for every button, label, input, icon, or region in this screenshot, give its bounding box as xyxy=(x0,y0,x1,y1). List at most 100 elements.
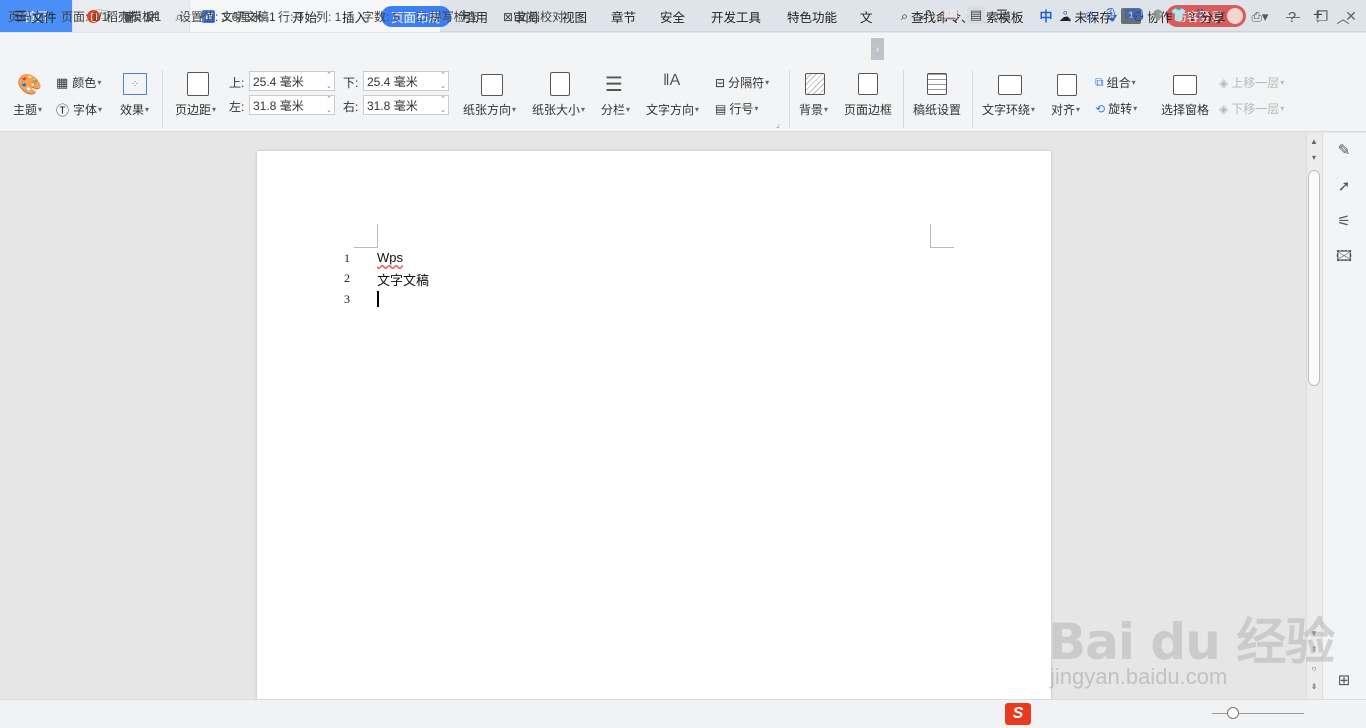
orientation-button[interactable]: 纸张方向 ▾ xyxy=(463,101,516,118)
emoji-icon[interactable]: ☺ xyxy=(1080,6,1098,24)
rotate-button[interactable]: ⟲ 旋转 ▾ xyxy=(1095,100,1137,117)
manuscript-icon[interactable] xyxy=(927,73,947,95)
status-page-code[interactable]: 页码: 1 xyxy=(8,8,45,25)
next-page-icon[interactable]: ⇟ xyxy=(1309,682,1319,691)
spell-check-button[interactable]: ☑ 拼写检查 xyxy=(416,8,478,25)
zoom-slider-knob[interactable] xyxy=(1227,707,1239,719)
proofread-button[interactable]: ⊠ 文档校对 xyxy=(503,8,564,25)
page-border-icon[interactable] xyxy=(858,73,878,95)
effects-button[interactable]: 效果 ▾ xyxy=(120,101,149,118)
orientation-icon[interactable] xyxy=(481,74,503,96)
paper-size-icon[interactable] xyxy=(550,72,570,96)
page-view-icon[interactable]: ▤ xyxy=(967,6,985,24)
select-cursor-icon[interactable]: ➚ xyxy=(1335,177,1353,195)
line-number: 2 xyxy=(344,271,350,285)
keyboard-icon[interactable]: ⌨ xyxy=(1125,6,1144,24)
document-line[interactable]: Wps xyxy=(377,250,403,265)
ime-chinese-mode[interactable]: 中 xyxy=(1037,6,1055,24)
send-backward-button[interactable]: ◈ 下移一层 ▾ xyxy=(1219,100,1284,117)
user-ime-icon[interactable]: ⚉ xyxy=(1149,6,1167,24)
scroll-up-icon[interactable]: ▲ xyxy=(1309,137,1319,146)
chevron-down-icon: ▾ xyxy=(581,105,586,114)
margin-top-label: 上: xyxy=(229,76,245,90)
page-border-button[interactable]: 页面边框 xyxy=(844,101,892,118)
menu-developer[interactable]: 开发工具 xyxy=(711,6,761,27)
document-line[interactable]: 文字文稿 xyxy=(377,270,429,289)
menu-more[interactable]: 文 xyxy=(860,6,873,27)
columns-label: 分栏 xyxy=(601,103,626,117)
punctuation-icon[interactable]: °, xyxy=(1058,6,1076,24)
chevron-down-icon: ▾ xyxy=(695,105,700,114)
columns-icon[interactable]: ☰ xyxy=(605,72,623,97)
select-browse-icon[interactable]: ○ xyxy=(1309,664,1319,673)
manuscript-label: 稿纸设置 xyxy=(913,103,962,117)
breaks-button[interactable]: ⊟ 分隔符 ▾ xyxy=(715,74,769,91)
text-direction-icon[interactable]: ‖A xyxy=(663,72,680,90)
outline-view-icon[interactable]: ☰ xyxy=(993,6,1011,24)
columns-button[interactable]: 分栏 ▾ xyxy=(601,101,630,118)
margin-left-input[interactable]: 31.8 毫米 xyxy=(249,94,335,116)
margins-button[interactable]: 页边距 ▾ xyxy=(175,101,216,118)
palette-icon[interactable]: 🎨 xyxy=(17,72,43,96)
toolbox-grid-icon[interactable]: ⠿ xyxy=(1191,6,1209,24)
status-section[interactable]: 节: 1/1 xyxy=(126,8,161,25)
manuscript-settings-button[interactable]: 稿纸设置 xyxy=(913,101,961,118)
menu-features[interactable]: 特色功能 xyxy=(787,6,837,27)
font-theme-button[interactable]: Ⓣ 字体 ▾ xyxy=(56,100,102,119)
skin-shirt-icon[interactable]: 👕 xyxy=(1170,6,1188,24)
effects-label: 效果 xyxy=(120,103,145,117)
line-numbers-button[interactable]: ▤ 行号 ▾ xyxy=(715,100,758,117)
text-direction-button[interactable]: 文字方向 ▾ xyxy=(646,101,699,118)
group-button[interactable]: ⧉ 组合 ▾ xyxy=(1095,74,1136,91)
background-button[interactable]: 背景 ▾ xyxy=(799,101,828,118)
scroll-top-icon[interactable]: ▾ xyxy=(1309,153,1319,162)
margins-icon[interactable] xyxy=(187,72,209,96)
read-mode-icon[interactable]: 📖 xyxy=(942,6,960,24)
background-icon[interactable] xyxy=(805,73,825,95)
status-column[interactable]: 列: 1 xyxy=(316,8,341,25)
zoom-in-button[interactable]: + xyxy=(1309,5,1327,24)
apps-grid-icon[interactable]: ⊞ xyxy=(1335,671,1353,689)
status-pages[interactable]: 页面: 1/1 xyxy=(61,8,108,25)
menu-view[interactable]: 视图 xyxy=(562,6,587,27)
menu-security[interactable]: 安全 xyxy=(660,6,685,27)
text-wrap-button[interactable]: 文字环绕 ▾ xyxy=(982,101,1035,118)
margin-bottom-input[interactable]: 25.4 毫米 xyxy=(363,70,449,92)
text-direction-label: 文字方向 xyxy=(646,103,695,117)
status-word-count[interactable]: 字数: 5 xyxy=(362,8,399,25)
collapse-ribbon-icon[interactable]: ︿ xyxy=(1334,8,1352,26)
text-wrap-icon[interactable] xyxy=(998,75,1022,95)
line-numbers-icon: ▤ xyxy=(715,101,727,116)
margin-top-input[interactable]: 25.4 毫米 xyxy=(249,70,335,92)
effects-icon[interactable]: ⁘ xyxy=(123,73,147,95)
page-setup-launcher-icon[interactable]: ⌟ xyxy=(776,120,780,129)
print-options-icon[interactable]: ⎙▾ xyxy=(1246,8,1274,26)
paper-size-button[interactable]: 纸张大小 ▾ xyxy=(532,101,585,118)
scrollbar-thumb[interactable] xyxy=(1308,170,1320,386)
align-icon[interactable] xyxy=(1057,74,1077,96)
avatar-icon xyxy=(1227,8,1243,24)
previous-page-icon[interactable]: ⇞ xyxy=(1309,645,1319,654)
margins-label: 页边距 xyxy=(175,103,212,117)
settings-sliders-icon[interactable]: ⚟ xyxy=(1335,212,1353,230)
selection-pane-icon[interactable] xyxy=(1173,75,1197,95)
menu-scroll-right-icon[interactable]: › xyxy=(871,38,884,60)
align-button[interactable]: 对齐 ▾ xyxy=(1051,101,1080,118)
menu-chapter[interactable]: 章节 xyxy=(611,6,636,27)
status-row[interactable]: 行: 3 xyxy=(278,8,303,25)
status-setting-value[interactable]: 设置值: 3.6厘米 xyxy=(179,8,262,25)
fullscreen-icon[interactable]: ⤢ xyxy=(916,6,934,24)
theme-button[interactable]: 主题 ▾ xyxy=(13,101,42,118)
bring-forward-button[interactable]: ◈ 上移一层 ▾ xyxy=(1219,74,1284,91)
image-icon[interactable]: 🖾 xyxy=(1335,248,1353,267)
microphone-icon[interactable]: 🎙 xyxy=(1102,6,1120,24)
zoom-slider[interactable] xyxy=(1212,713,1304,714)
help-icon[interactable]: ? xyxy=(1283,8,1301,26)
sogou-ime-icon[interactable]: S xyxy=(1005,703,1031,725)
color-button[interactable]: ▦ 颜色 ▾ xyxy=(56,74,101,91)
selection-pane-button[interactable]: 选择窗格 xyxy=(1161,101,1209,118)
edit-pen-icon[interactable]: ✎ xyxy=(1335,141,1353,159)
chevron-down-icon: ▾ xyxy=(1131,78,1136,87)
scroll-down-icon[interactable]: ▼ xyxy=(1309,629,1319,638)
margin-right-input[interactable]: 31.8 毫米 xyxy=(363,94,449,116)
